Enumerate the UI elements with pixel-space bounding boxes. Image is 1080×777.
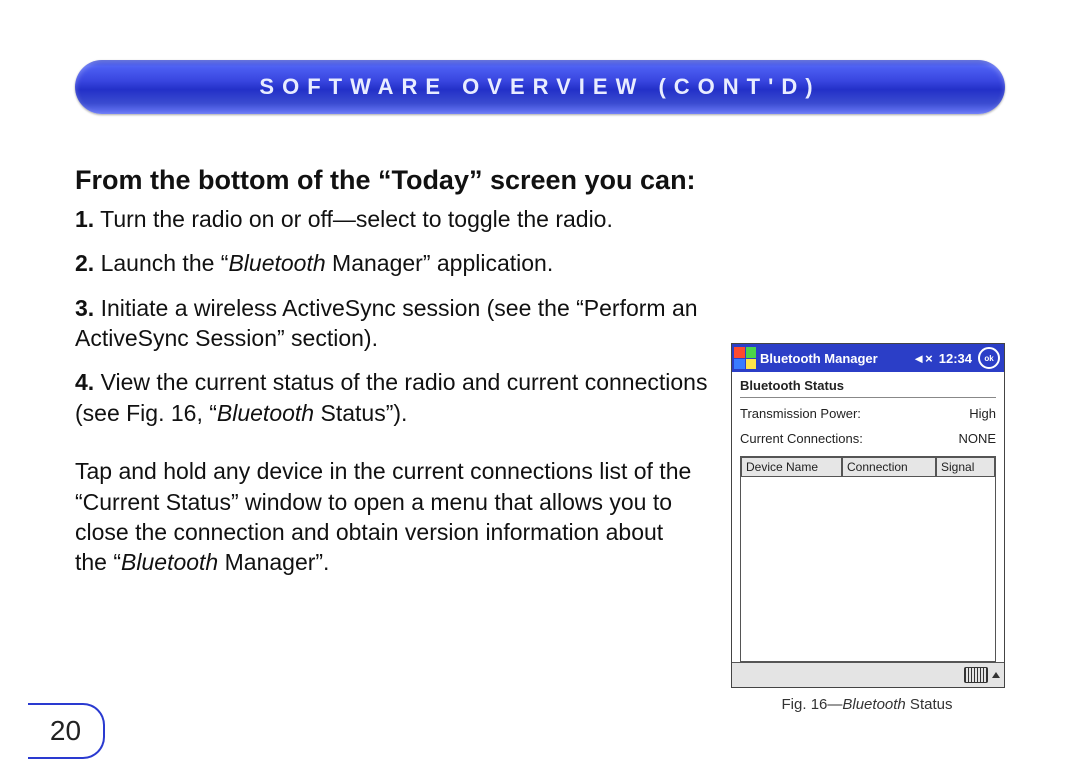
italic-text: Bluetooth <box>121 549 218 575</box>
titlebar-app-name: Bluetooth Manager <box>760 351 908 366</box>
list-text: Initiate a wireless ActiveSync session (… <box>75 295 698 351</box>
figure-caption: Fig. 16—Bluetooth Status <box>731 696 1003 713</box>
list-number: 1. <box>75 206 94 232</box>
status-value: NONE <box>958 431 996 446</box>
speaker-icon[interactable]: ◄× <box>912 351 932 366</box>
pda-body: Bluetooth Status Transmission Power: Hig… <box>732 372 1004 662</box>
titlebar-time[interactable]: 12:34 <box>939 351 972 366</box>
numbered-list: 1. Turn the radio on or off—select to to… <box>75 204 715 428</box>
list-number: 2. <box>75 250 94 276</box>
caption-prefix: Fig. 16— <box>782 696 843 713</box>
ok-close-icon[interactable]: ok <box>978 347 1000 369</box>
list-item: 3. Initiate a wireless ActiveSync sessio… <box>75 293 715 354</box>
paragraph: Tap and hold any device in the current c… <box>75 456 695 577</box>
list-text: Status”). <box>314 400 407 426</box>
status-title: Bluetooth Status <box>740 378 996 393</box>
status-label: Current Connections: <box>740 431 863 446</box>
page-number-tab: 20 <box>28 703 105 759</box>
table-body-empty[interactable] <box>741 477 995 661</box>
status-value: High <box>969 406 996 421</box>
sip-arrow-icon[interactable] <box>992 672 1000 678</box>
figure-bluetooth-status: Bluetooth Manager ◄× 12:34 ok Bluetooth … <box>731 343 1003 713</box>
paragraph-text: Manager”. <box>218 549 329 575</box>
table-header-device[interactable]: Device Name <box>741 457 842 477</box>
start-icon[interactable] <box>734 347 756 369</box>
list-item: 2. Launch the “Bluetooth Manager” applic… <box>75 248 715 278</box>
list-item: 4. View the current status of the radio … <box>75 367 715 428</box>
manual-page: SOFTWARE OVERVIEW (CONT'D) From the bott… <box>0 0 1080 777</box>
header-bar: SOFTWARE OVERVIEW (CONT'D) <box>75 60 1005 114</box>
table-header-signal[interactable]: Signal <box>936 457 995 477</box>
separator <box>740 397 996 398</box>
italic-text: Bluetooth <box>228 250 325 276</box>
pda-bottom-bar <box>732 662 1004 687</box>
page-number: 20 <box>50 715 81 747</box>
list-number: 3. <box>75 295 94 321</box>
pda-screenshot: Bluetooth Manager ◄× 12:34 ok Bluetooth … <box>731 343 1005 688</box>
pda-titlebar[interactable]: Bluetooth Manager ◄× 12:34 ok <box>732 344 1004 372</box>
status-label: Transmission Power: <box>740 406 861 421</box>
list-text: Launch the “ <box>94 250 228 276</box>
list-text: Manager” application. <box>326 250 554 276</box>
list-number: 4. <box>75 369 94 395</box>
keyboard-icon[interactable] <box>964 667 988 683</box>
header-title: SOFTWARE OVERVIEW (CONT'D) <box>259 74 820 100</box>
list-item: 1. Turn the radio on or off—select to to… <box>75 204 715 234</box>
caption-suffix: Status <box>906 696 953 713</box>
list-text: Turn the radio on or off—select to toggl… <box>94 206 613 232</box>
italic-text: Bluetooth <box>842 696 905 713</box>
section-heading: From the bottom of the “Today” screen yo… <box>75 165 1010 196</box>
table-header-row: Device Name Connection Signal <box>741 457 995 477</box>
status-row-connections: Current Connections: NONE <box>740 431 996 446</box>
italic-text: Bluetooth <box>217 400 314 426</box>
connections-table[interactable]: Device Name Connection Signal <box>740 456 996 662</box>
status-row-power: Transmission Power: High <box>740 406 996 421</box>
table-header-connection[interactable]: Connection <box>842 457 936 477</box>
